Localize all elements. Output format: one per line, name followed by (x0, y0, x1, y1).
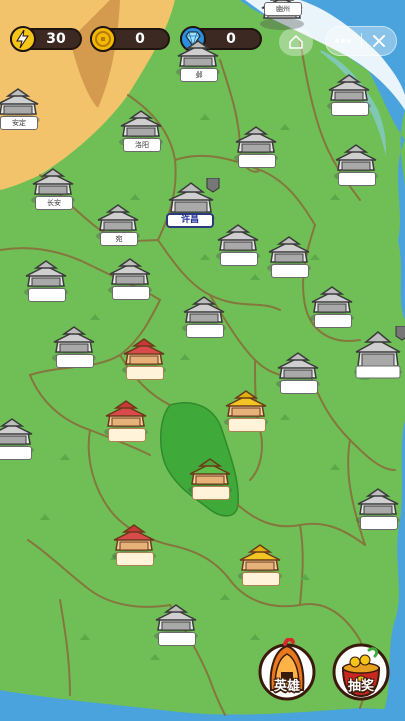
city-ye[interactable]: 邺 (172, 38, 224, 82)
city-grey[interactable] (272, 350, 324, 394)
city-luoyang[interactable]: 洛阳 (115, 108, 167, 152)
close-icon (372, 35, 385, 47)
city-grey[interactable] (230, 124, 282, 168)
city-anding[interactable]: 安定 (0, 86, 44, 130)
city-grey[interactable] (178, 294, 230, 338)
city-owned-red[interactable] (100, 398, 152, 442)
lightning-icon (10, 26, 36, 52)
city-label-ye: 邺 (180, 68, 218, 82)
city-label-empty (280, 380, 318, 394)
city-label-empty (228, 418, 266, 432)
city-label-empty (314, 314, 352, 328)
city-label-youzhou: 幽州 (264, 2, 302, 16)
city-label-wan: 宛 (100, 232, 138, 246)
city-label-empty (28, 288, 66, 302)
city-owned-green[interactable] (184, 456, 236, 500)
miniprogram-capsule (325, 26, 397, 56)
city-changan[interactable]: 长安 (27, 166, 79, 210)
city-label-changan: 长安 (35, 196, 73, 210)
city-label-empty (112, 286, 150, 300)
city-grey[interactable] (20, 258, 72, 302)
city-grey[interactable] (330, 142, 382, 186)
city-label-empty (0, 446, 32, 460)
city-grey[interactable] (263, 234, 315, 278)
city-label-empty (192, 486, 230, 500)
city-label-anding: 安定 (0, 116, 38, 130)
city-grey[interactable] (323, 72, 375, 116)
city-label-empty (242, 572, 280, 586)
city-owned-gold[interactable] (220, 388, 272, 432)
city-owned-gold[interactable] (234, 542, 286, 586)
coin-icon (90, 26, 116, 52)
city-label-empty (116, 552, 154, 566)
city-grey[interactable] (212, 222, 264, 266)
city-label-empty (186, 324, 224, 338)
city-label-luoyang: 洛阳 (123, 138, 161, 152)
city-youzhou[interactable]: 幽州 (256, 0, 308, 34)
city-label-empty (158, 632, 196, 646)
city-label-empty (220, 252, 258, 266)
energy-counter: 30 (10, 26, 82, 52)
city-grey[interactable] (104, 256, 156, 300)
city-grey[interactable] (150, 602, 202, 646)
fortress-east[interactable] (350, 326, 405, 382)
helmet-icon (258, 637, 316, 701)
heroes-button[interactable]: 英雄 (257, 637, 317, 704)
city-label-empty (360, 516, 398, 530)
city-label-empty (338, 172, 376, 186)
city-grey[interactable] (352, 486, 404, 530)
more-icon (335, 39, 352, 43)
city-label-xuchang: 许昌 (166, 213, 214, 228)
city-grey[interactable] (306, 284, 358, 328)
more-button[interactable] (326, 27, 361, 55)
city-label-empty (271, 264, 309, 278)
close-button[interactable] (361, 27, 396, 55)
city-grey[interactable] (48, 324, 100, 368)
city-label-empty (126, 366, 164, 380)
coin-counter: 0 (90, 26, 170, 52)
city-owned-red[interactable] (118, 336, 170, 380)
city-wan[interactable]: 宛 (92, 202, 144, 246)
city-label-empty (331, 102, 369, 116)
treasure-pot-icon (332, 643, 390, 701)
lottery-button[interactable]: 抽奖 (331, 638, 391, 704)
city-label-empty (56, 354, 94, 368)
city-owned-red[interactable] (108, 522, 160, 566)
fortress-icon (354, 326, 405, 379)
lottery-label: 抽奖 (347, 679, 374, 694)
city-label-empty (108, 428, 146, 442)
heroes-label: 英雄 (273, 679, 300, 694)
city-label-empty (238, 154, 276, 168)
home-icon (289, 35, 303, 49)
city-grey[interactable] (0, 416, 38, 460)
